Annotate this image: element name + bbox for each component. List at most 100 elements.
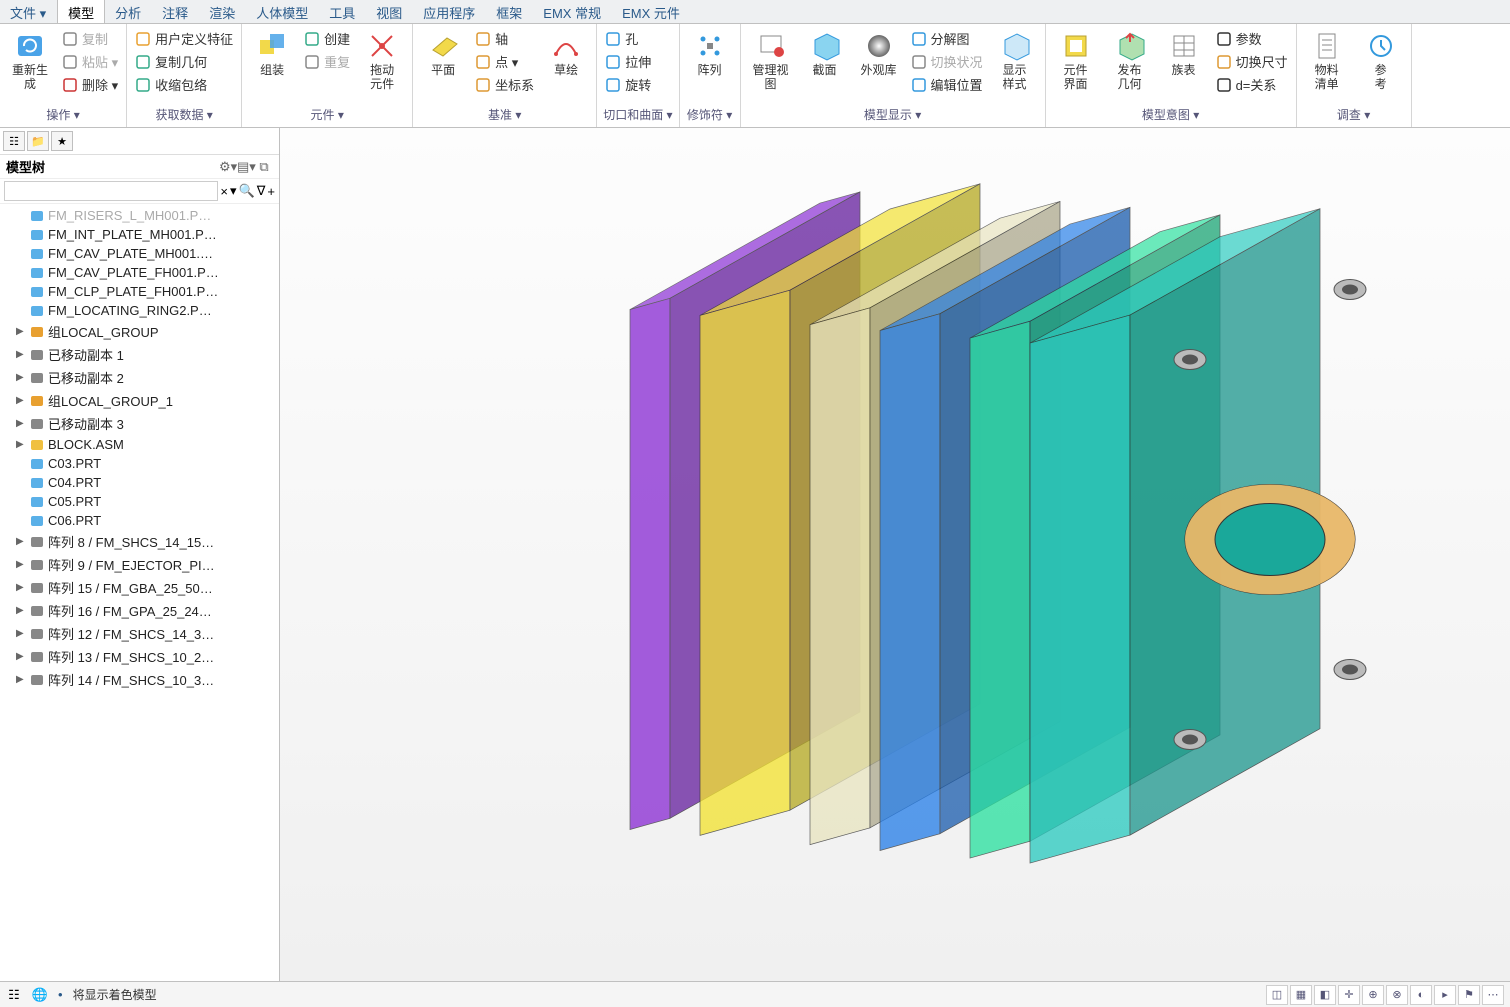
ribbon-btn-shrink[interactable]: 收缩包络: [133, 74, 235, 95]
ribbon-btn-point[interactable]: 点 ▾: [473, 51, 536, 72]
ribbon-btn-drag[interactable]: 拖动元件: [358, 28, 406, 94]
tree-node[interactable]: FM_CLP_PLATE_FH001.P…: [6, 282, 279, 301]
ribbon-btn-viewmgr[interactable]: 管理视图: [747, 28, 795, 94]
menu-item-8[interactable]: 应用程序: [413, 0, 486, 23]
menu-item-4[interactable]: 渲染: [199, 0, 246, 23]
status-tool-10[interactable]: ⋯: [1482, 985, 1504, 1005]
sidebar-tab-star[interactable]: ★: [51, 131, 73, 151]
expand-icon[interactable]: ▶: [16, 559, 26, 570]
menu-item-3[interactable]: 注释: [152, 0, 199, 23]
expand-icon[interactable]: ▶: [16, 582, 26, 593]
tree-node[interactable]: FM_RISERS_L_MH001.P…: [6, 206, 279, 225]
tree-node[interactable]: ▶阵列 16 / FM_GPA_25_24…: [6, 599, 279, 622]
status-tool-4[interactable]: ✛: [1338, 985, 1360, 1005]
add-icon[interactable]: +: [267, 184, 275, 199]
ribbon-btn-axis[interactable]: 轴: [473, 28, 536, 49]
ribbon-btn-appearance[interactable]: 外观库: [855, 28, 903, 80]
ribbon-btn-assemble[interactable]: 组装: [248, 28, 296, 80]
status-tool-8[interactable]: ▸: [1434, 985, 1456, 1005]
ribbon-btn-udf[interactable]: 用户定义特征: [133, 28, 235, 49]
ribbon-btn-csys[interactable]: 坐标系: [473, 74, 536, 95]
tree-search-input[interactable]: [4, 181, 218, 201]
status-tool-5[interactable]: ⊕: [1362, 985, 1384, 1005]
tree-node[interactable]: ▶已移动副本 3: [6, 412, 279, 435]
menu-item-11[interactable]: EMX 元件: [612, 0, 691, 23]
ribbon-btn-create[interactable]: 创建: [302, 28, 352, 49]
tree-node[interactable]: ▶阵列 14 / FM_SHCS_10_3…: [6, 668, 279, 691]
ribbon-btn-famtab[interactable]: 族表: [1160, 28, 1208, 80]
expand-icon[interactable]: ▶: [16, 349, 26, 360]
menu-item-1[interactable]: 模型: [57, 0, 105, 23]
ribbon-btn-hole[interactable]: 孔: [603, 28, 653, 49]
search-dropdown-icon[interactable]: ▾: [230, 183, 237, 199]
binoculars-icon[interactable]: 🔍: [239, 183, 255, 199]
menu-item-7[interactable]: 视图: [366, 0, 413, 23]
menu-item-6[interactable]: 工具: [319, 0, 366, 23]
expand-icon[interactable]: ▶: [16, 326, 26, 337]
ribbon-btn-relations[interactable]: d=关系: [1214, 74, 1290, 95]
status-tool-1[interactable]: ◫: [1266, 985, 1288, 1005]
menu-item-0[interactable]: 文件 ▾: [0, 0, 57, 23]
ribbon-btn-plane[interactable]: 平面: [419, 28, 467, 80]
tree-node[interactable]: ▶组LOCAL_GROUP_1: [6, 389, 279, 412]
expand-icon[interactable]: ▶: [16, 395, 26, 406]
status-tool-6[interactable]: ⊗: [1386, 985, 1408, 1005]
tree-node[interactable]: FM_CAV_PLATE_MH001.…: [6, 244, 279, 263]
tree-node[interactable]: FM_INT_PLATE_MH001.P…: [6, 225, 279, 244]
ribbon-btn-sketch[interactable]: 草绘: [542, 28, 590, 80]
ribbon-btn-explode[interactable]: 分解图: [909, 28, 985, 49]
menu-item-9[interactable]: 框架: [486, 0, 533, 23]
tree-settings-icon[interactable]: ⚙▾: [219, 159, 237, 175]
expand-icon[interactable]: ▶: [16, 372, 26, 383]
tree-node[interactable]: FM_LOCATING_RING2.P…: [6, 301, 279, 320]
tree-filter-icon[interactable]: ⧉: [255, 159, 273, 175]
tree-node[interactable]: ▶组LOCAL_GROUP: [6, 320, 279, 343]
menu-item-10[interactable]: EMX 常规: [533, 0, 612, 23]
ribbon-btn-params[interactable]: 参数: [1214, 28, 1290, 49]
status-globe-icon[interactable]: 🌐: [32, 987, 48, 1003]
ribbon-btn-compif[interactable]: 元件界面: [1052, 28, 1100, 94]
tree-node[interactable]: ▶阵列 12 / FM_SHCS_14_3…: [6, 622, 279, 645]
expand-icon[interactable]: ▶: [16, 536, 26, 547]
expand-icon[interactable]: ▶: [16, 651, 26, 662]
expand-icon[interactable]: ▶: [16, 628, 26, 639]
ribbon-btn-bom[interactable]: 物料清单: [1303, 28, 1351, 94]
tree-node[interactable]: C05.PRT: [6, 492, 279, 511]
graphics-viewport[interactable]: [280, 128, 1510, 981]
tree-node[interactable]: ▶阵列 15 / FM_GBA_25_50…: [6, 576, 279, 599]
expand-icon[interactable]: ▶: [16, 439, 26, 450]
status-tool-9[interactable]: ⚑: [1458, 985, 1480, 1005]
expand-icon[interactable]: ▶: [16, 605, 26, 616]
tree-node[interactable]: C04.PRT: [6, 473, 279, 492]
ribbon-btn-ref[interactable]: 参考: [1357, 28, 1405, 94]
ribbon-btn-switchdim[interactable]: 切换尺寸: [1214, 51, 1290, 72]
ribbon-btn-revolve[interactable]: 旋转: [603, 74, 653, 95]
ribbon-btn-dispstyle[interactable]: 显示样式: [991, 28, 1039, 94]
expand-icon[interactable]: ▶: [16, 418, 26, 429]
menu-item-2[interactable]: 分析: [105, 0, 152, 23]
expand-icon[interactable]: ▶: [16, 674, 26, 685]
ribbon-btn-editpos[interactable]: 编辑位置: [909, 74, 985, 95]
ribbon-btn-pattern[interactable]: 阵列: [686, 28, 734, 80]
tree-node[interactable]: ▶已移动副本 1: [6, 343, 279, 366]
ribbon-btn-pubgeom[interactable]: 发布几何: [1106, 28, 1154, 94]
filter-icon[interactable]: ∇: [257, 183, 266, 199]
ribbon-btn-delete[interactable]: 删除 ▾: [60, 74, 120, 95]
sidebar-tab-folder[interactable]: 📁: [27, 131, 49, 151]
menu-item-5[interactable]: 人体模型: [246, 0, 319, 23]
sidebar-tab-tree[interactable]: ☷: [3, 131, 25, 151]
tree-node[interactable]: ▶BLOCK.ASM: [6, 435, 279, 454]
clear-search-icon[interactable]: ×: [220, 184, 228, 199]
tree-node[interactable]: FM_CAV_PLATE_FH001.P…: [6, 263, 279, 282]
tree-display-icon[interactable]: ▤▾: [237, 159, 255, 175]
tree-node[interactable]: C03.PRT: [6, 454, 279, 473]
ribbon-btn-section[interactable]: 截面: [801, 28, 849, 80]
status-tree-icon[interactable]: ☷: [6, 987, 22, 1003]
ribbon-btn-copygeom[interactable]: 复制几何: [133, 51, 235, 72]
tree-node[interactable]: ▶阵列 8 / FM_SHCS_14_15…: [6, 530, 279, 553]
tree-node[interactable]: ▶阵列 13 / FM_SHCS_10_2…: [6, 645, 279, 668]
status-tool-3[interactable]: ◧: [1314, 985, 1336, 1005]
status-tool-7[interactable]: ◐: [1410, 985, 1432, 1005]
ribbon-btn-extrude[interactable]: 拉伸: [603, 51, 653, 72]
tree-node[interactable]: C06.PRT: [6, 511, 279, 530]
